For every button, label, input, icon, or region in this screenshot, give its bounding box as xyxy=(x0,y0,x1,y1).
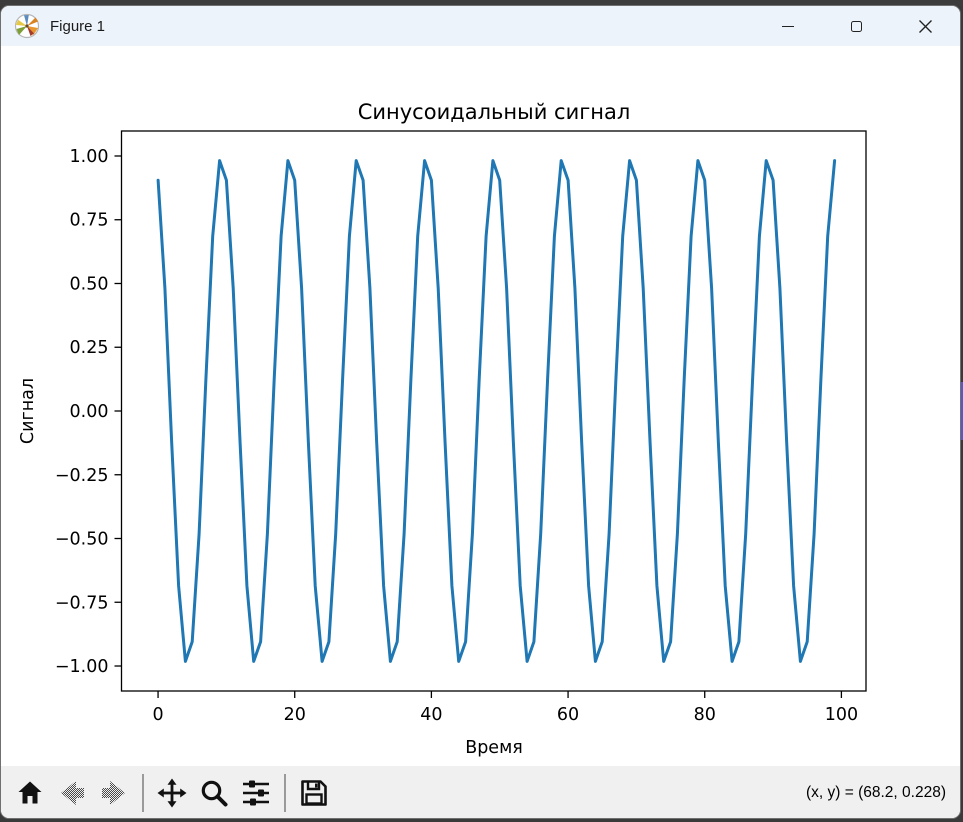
x-tick-label: 20 xyxy=(284,705,306,725)
y-tick-label: 0.75 xyxy=(70,211,109,231)
save-floppy-icon xyxy=(299,778,329,808)
y-tick-label: −0.75 xyxy=(55,593,109,613)
y-tick-label: 1.00 xyxy=(70,147,109,167)
save-button[interactable] xyxy=(295,771,333,815)
maximize-icon xyxy=(851,21,862,32)
matplotlib-logo-icon xyxy=(14,13,40,39)
pan-button[interactable] xyxy=(153,771,191,815)
y-axis-label: Сигнал xyxy=(18,378,38,444)
maximize-button[interactable] xyxy=(822,6,891,46)
sliders-icon xyxy=(241,778,271,808)
y-tick-label: −0.50 xyxy=(55,530,109,550)
back-arrow-icon xyxy=(57,778,87,808)
x-tick-label: 100 xyxy=(825,705,858,725)
close-button[interactable] xyxy=(891,6,960,46)
window-controls xyxy=(753,6,960,46)
window-titlebar[interactable]: Figure 1 xyxy=(1,6,960,46)
figure-canvas[interactable]: 0 20 40 60 80 100 1.00 0.75 0.50 0.25 0.00 −0.25 −0.… xyxy=(1,46,961,766)
axes-frame xyxy=(122,131,867,691)
navigation-toolbar: (x, y) = (68.2, 0.228) xyxy=(1,766,961,819)
y-tick-label: 0.25 xyxy=(70,338,109,358)
x-tick-label: 80 xyxy=(694,705,716,725)
toolbar-separator xyxy=(284,774,286,812)
close-icon xyxy=(918,19,933,34)
forward-arrow-icon xyxy=(99,778,129,808)
forward-button[interactable] xyxy=(95,771,133,815)
y-tick-label: −1.00 xyxy=(55,657,109,677)
y-tick-label: 0.00 xyxy=(70,402,109,422)
minimize-button[interactable] xyxy=(753,6,822,46)
signal-line xyxy=(158,161,835,662)
home-icon xyxy=(16,779,44,807)
cursor-position-status: (x, y) = (68.2, 0.228) xyxy=(806,766,946,819)
x-tick-label: 40 xyxy=(420,705,442,725)
window-title: Figure 1 xyxy=(50,18,105,35)
back-button[interactable] xyxy=(53,771,91,815)
y-tick-label: 0.50 xyxy=(70,274,109,294)
home-button[interactable] xyxy=(11,771,49,815)
zoom-magnifier-icon xyxy=(199,778,229,808)
axes-layer: 0 20 40 60 80 100 1.00 0.75 0.50 0.25 0.00 −0.25 −0.… xyxy=(55,131,866,725)
x-tick-label: 60 xyxy=(557,705,579,725)
plot-title: Синусоидальный сигнал xyxy=(358,100,631,124)
x-tick-label: 0 xyxy=(152,705,163,725)
configure-subplots-button[interactable] xyxy=(237,771,275,815)
figure-window: Figure 1 0204060801001.000.750. xyxy=(0,5,961,819)
y-tick-label: −0.25 xyxy=(55,466,109,486)
desktop-background: Figure 1 0204060801001.000.750. xyxy=(0,0,963,822)
zoom-button[interactable] xyxy=(195,771,233,815)
plot-svg: 0 20 40 60 80 100 1.00 0.75 0.50 0.25 0.00 −0.25 −0.… xyxy=(1,46,961,766)
minimize-icon xyxy=(782,26,794,27)
x-axis-label: Время xyxy=(465,738,523,758)
pan-arrows-icon xyxy=(157,778,187,808)
toolbar-separator xyxy=(142,774,144,812)
